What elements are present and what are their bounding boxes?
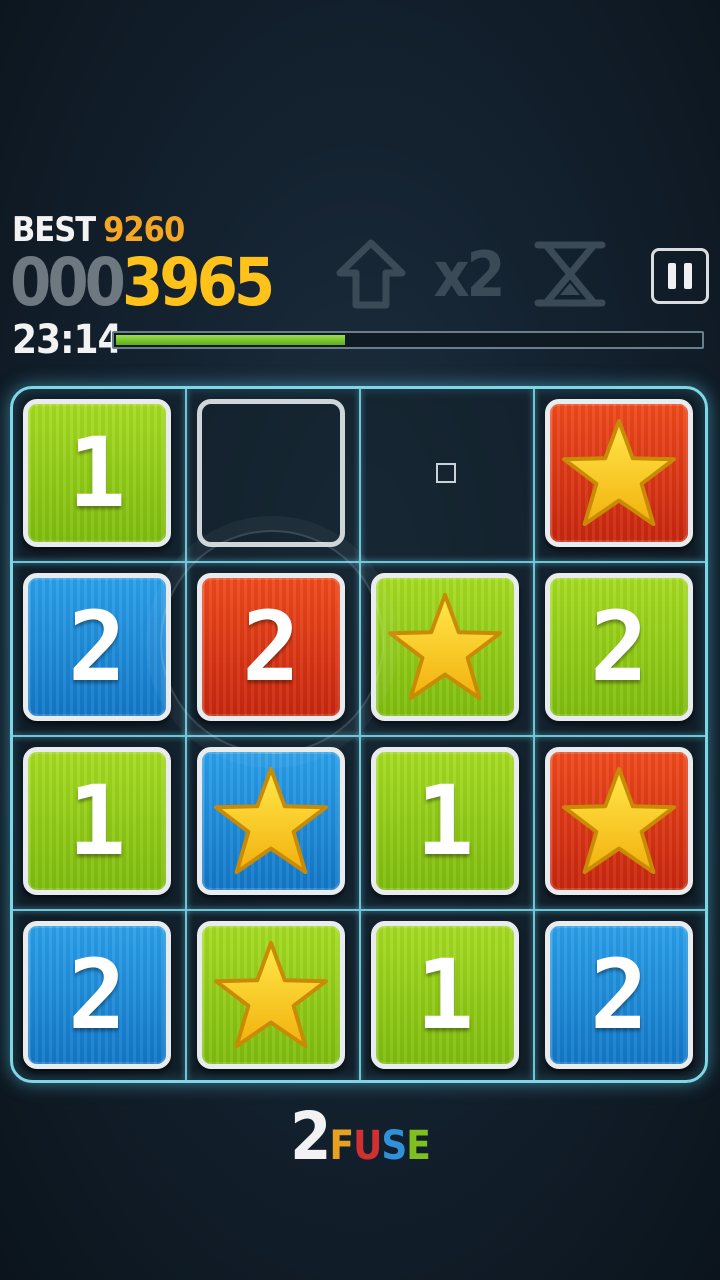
touch-ripple	[160, 530, 384, 754]
board-cell[interactable]: 2	[23, 921, 171, 1069]
powerup-arrow-up[interactable]	[331, 238, 411, 310]
board-cell[interactable]: 2	[23, 573, 171, 721]
green-tile[interactable]: 1	[371, 747, 519, 895]
pause-icon	[668, 263, 676, 289]
tile-number: 2	[68, 939, 126, 1051]
multiplier-label: x2	[433, 237, 506, 311]
tile-number: 2	[590, 939, 648, 1051]
game-logo: 2 FUSE	[0, 1100, 720, 1170]
green-tile[interactable]	[197, 921, 345, 1069]
green-tile[interactable]: 1	[23, 399, 171, 547]
board-cell[interactable]: 1	[23, 399, 171, 547]
arrow-up-icon	[336, 239, 406, 309]
logo-letter: S	[381, 1123, 407, 1169]
logo-two: 2	[290, 1098, 331, 1175]
green-tile[interactable]	[371, 573, 519, 721]
timer-bar	[112, 331, 704, 349]
board-cell[interactable]: 1	[371, 921, 519, 1069]
red-tile[interactable]	[545, 399, 693, 547]
powerup-multiplier[interactable]: x2	[428, 237, 508, 311]
board-cell[interactable]	[197, 921, 345, 1069]
green-tile[interactable]: 1	[23, 747, 171, 895]
timer-text: 23:14	[12, 317, 123, 363]
blue-tile[interactable]	[197, 747, 345, 895]
green-tile[interactable]: 1	[371, 921, 519, 1069]
tile-number: 1	[68, 417, 126, 529]
tile-number: 1	[416, 939, 474, 1051]
board-cell[interactable]	[371, 573, 519, 721]
logo-word: FUSE	[329, 1123, 431, 1169]
pause-button[interactable]	[651, 248, 709, 304]
green-tile[interactable]: 2	[545, 573, 693, 721]
board-cell[interactable]	[545, 747, 693, 895]
tile-number: 1	[68, 765, 126, 877]
board-cell[interactable]: 2	[545, 921, 693, 1069]
current-score: 0003965	[10, 248, 275, 318]
pause-icon-bar	[684, 263, 692, 289]
grid-line-horizontal	[13, 909, 705, 911]
grid-line-vertical	[533, 389, 535, 1080]
board-cell[interactable]	[197, 399, 345, 547]
star-icon	[562, 418, 676, 527]
empty-slot-marker	[436, 463, 456, 483]
star-icon	[562, 766, 676, 875]
grid-line-horizontal	[13, 735, 705, 737]
score-padding: 000	[10, 244, 126, 321]
board-cell[interactable]	[545, 399, 693, 547]
board-cell[interactable]: 1	[371, 747, 519, 895]
score-value: 3965	[121, 244, 275, 321]
board-cell[interactable]: 1	[23, 747, 171, 895]
logo-letter: F	[329, 1123, 355, 1169]
game-board: 122211212	[10, 386, 708, 1083]
star-icon	[388, 592, 502, 701]
star-icon	[214, 940, 328, 1049]
board-cell[interactable]: 2	[545, 573, 693, 721]
logo-letter: E	[406, 1123, 431, 1169]
empty-tile[interactable]	[197, 399, 345, 547]
tile-number: 1	[416, 765, 474, 877]
star-icon	[214, 766, 328, 875]
red-tile[interactable]	[545, 747, 693, 895]
hourglass-icon	[534, 241, 606, 307]
blue-tile[interactable]: 2	[23, 921, 171, 1069]
blue-tile[interactable]: 2	[545, 921, 693, 1069]
blue-tile[interactable]: 2	[23, 573, 171, 721]
tile-number: 2	[590, 591, 648, 703]
timer-bar-fill	[116, 335, 346, 345]
tile-number: 2	[68, 591, 126, 703]
powerup-hourglass[interactable]	[530, 238, 610, 310]
board-cell[interactable]	[197, 747, 345, 895]
logo-letter: U	[353, 1123, 382, 1169]
